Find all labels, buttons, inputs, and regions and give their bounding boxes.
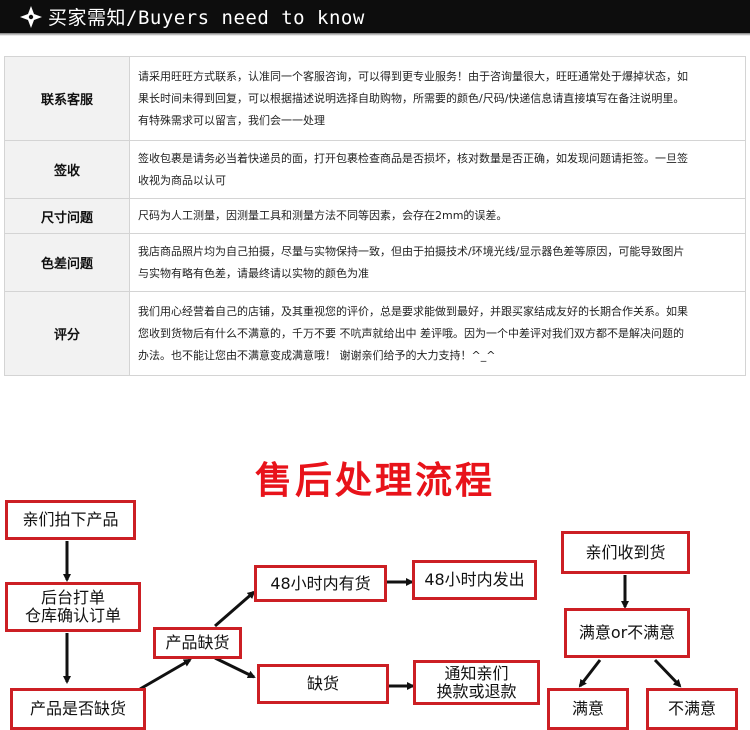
arrow-check-to-shortage [139,658,192,691]
row-content: 尺码为人工测量，因测量工具和测量方法不同等因素，会存在2mm的误差。 [129,198,746,234]
flow-box-notify: 通知亲们 换款或退款 [413,660,540,705]
row-content: 请采用旺旺方式联系，认准同一个客服咨询，可以得到更专业服务！由于咨询量很大，旺旺… [129,56,746,141]
row-label: 色差问题 [4,233,130,292]
content-line: 有特殊需求可以留言，我们会一一处理 [138,113,325,127]
row-label: 签收 [4,140,130,199]
flow-box-received: 亲们收到货 [561,531,690,574]
flow-box-out-of-stock: 缺货 [257,664,389,704]
arrow-satisfaction-to-satisfied [578,659,602,688]
page-header: 买家需知/Buyers need to know [0,0,750,33]
flow-box-ship-48h: 48小时内发出 [412,560,537,600]
flow-box-backend: 后台打单 仓库确认订单 [5,582,141,632]
arrow-shortage-to-instock [214,590,256,628]
row-content: 我们用心经营着自己的店铺，及其重视您的评价，总是要求能做到最好，并跟买家结成友好… [129,291,746,376]
flow-box-satisfied: 满意 [547,688,629,730]
content-line: 您收到货物后有什么不满意的，千万不要 不吭声就给出中 差评哦。因为一个中差评对我… [138,326,684,340]
content-line: 果长时间未得到回复，可以根据描述说明选择自助购物，所需要的颜色/尺码/快递信息请… [138,91,685,105]
table-row: 尺寸问题 尺码为人工测量，因测量工具和测量方法不同等因素，会存在2mm的误差。 [4,198,746,234]
content-line: 签收包裹是请务必当着快递员的面，打开包裹检查商品是否损坏，核对数量是否正确，如发… [138,151,688,165]
content-line: 与实物有略有色差，请最终请以实物的颜色为准 [138,266,369,280]
content-line: 尺码为人工测量，因测量工具和测量方法不同等因素，会存在2mm的误差。 [138,209,508,222]
row-label: 联系客服 [4,56,130,141]
row-content: 签收包裹是请务必当着快递员的面，打开包裹检查商品是否损坏，核对数量是否正确，如发… [129,140,746,199]
content-line: 收视为商品以认可 [138,173,226,187]
buyer-notice-table: 联系客服 请采用旺旺方式联系，认准同一个客服咨询，可以得到更专业服务！由于咨询量… [4,56,746,376]
flow-box-not-satisfied: 不满意 [646,688,738,730]
content-line: 办法。也不能让您由不满意变成满意哦！ 谢谢亲们给予的大力支持！^_^ [138,348,496,362]
table-row: 色差问题 我店商品照片均为自己拍摄，尽量与实物保持一致，但由于拍摄技术/环境光线… [4,233,746,292]
flow-box-satisfaction: 满意or不满意 [564,608,690,658]
row-label: 尺寸问题 [4,198,130,234]
row-label: 评分 [4,291,130,376]
arrow-shortage-to-oos [214,656,256,679]
table-row: 联系客服 请采用旺旺方式联系，认准同一个客服咨询，可以得到更专业服务！由于咨询量… [4,56,746,141]
flow-box-stock-check: 产品是否缺货 [10,688,146,730]
table-row: 评分 我们用心经营着自己的店铺，及其重视您的评价，总是要求能做到最好，并跟买家结… [4,291,746,376]
content-line: 我店商品照片均为自己拍摄，尽量与实物保持一致，但由于拍摄技术/环境光线/显示器色… [138,244,685,258]
content-line: 请采用旺旺方式联系，认准同一个客服咨询，可以得到更专业服务！由于咨询量很大，旺旺… [138,69,688,83]
table-row: 签收 签收包裹是请务必当着快递员的面，打开包裹检查商品是否损坏，核对数量是否正确… [4,140,746,199]
content-line: 我们用心经营着自己的店铺，及其重视您的评价，总是要求能做到最好，并跟买家结成友好… [138,304,688,318]
flow-box-order: 亲们拍下产品 [5,500,136,540]
flow-box-product-shortage: 产品缺货 [153,627,242,659]
header-title: 买家需知/Buyers need to know [48,7,365,29]
row-content: 我店商品照片均为自己拍摄，尽量与实物保持一致，但由于拍摄技术/环境光线/显示器色… [129,233,746,292]
diamond-star-icon [20,5,42,28]
arrow-satisfaction-to-notsatisfied [653,658,682,688]
flow-title: 售后处理流程 [255,459,495,502]
header-divider [0,33,750,36]
flow-box-instock-48h: 48小时内有货 [254,565,387,602]
